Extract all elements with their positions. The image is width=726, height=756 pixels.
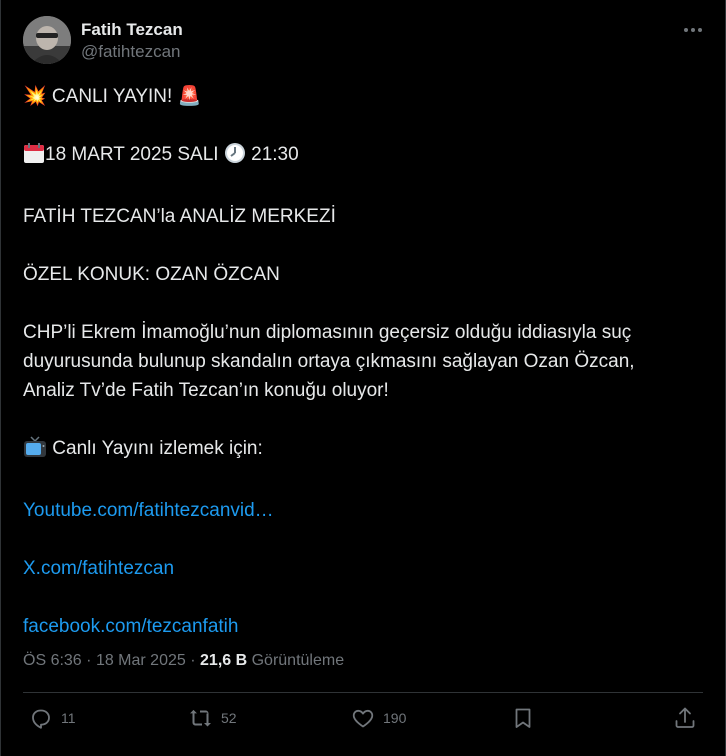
repost-button[interactable]: 52 [189, 706, 237, 730]
share-icon [675, 707, 695, 728]
x-link[interactable]: X.com/fatihtezcan [23, 558, 174, 579]
post-line-program: FATİH TEZCAN’la ANALİZ MERKEZİ [23, 206, 336, 227]
watch-label: Canlı Yayını izlemek için: [52, 438, 263, 459]
clock-emoji [224, 142, 246, 173]
like-button[interactable]: 190 [351, 706, 406, 730]
action-bar: 11 52 190 [23, 706, 703, 738]
post-header: Fatih Tezcan @fatihtezcan [23, 16, 183, 64]
post-card: Fatih Tezcan @fatihtezcan 💥 CANLI YAYIN!… [0, 0, 726, 756]
repost-count: 52 [221, 710, 237, 726]
author-handle[interactable]: @fatihtezcan [81, 41, 183, 63]
reply-count: 11 [61, 710, 76, 726]
like-count: 190 [383, 710, 407, 726]
post-text: 💥 CANLI YAYIN! 🚨 18 MART 2025 SALI 21:30… [23, 82, 713, 641]
post-line-datetime: 18 MART 2025 SALI 21:30 [23, 140, 713, 173]
post-date: 18 MART 2025 SALI [45, 144, 219, 165]
share-button[interactable] [673, 706, 697, 730]
facebook-link[interactable]: facebook.com/tezcanfatih [23, 616, 238, 637]
post-paragraph-line: Analiz Tv’de Fatih Tezcan’ın konuğu oluy… [23, 380, 389, 401]
like-icon [352, 709, 374, 728]
youtube-link[interactable]: Youtube.com/fatihtezcanvid… [23, 500, 274, 521]
post-meta: ÖS 6:36 · 18 Mar 2025 · 21,6 B Görüntüle… [23, 652, 345, 669]
avatar[interactable] [23, 16, 71, 64]
post-paragraph-line: CHP’li Ekrem İmamoğlu’nun diplomasının g… [23, 322, 632, 343]
author-display-name[interactable]: Fatih Tezcan [81, 19, 183, 41]
tv-emoji [23, 436, 47, 467]
post-line-watch: Canlı Yayını izlemek için: [23, 434, 713, 467]
post-line-live: 💥 CANLI YAYIN! 🚨 [23, 86, 202, 107]
post-date-stamp[interactable]: 18 Mar 2025 [96, 652, 186, 669]
post-time: 21:30 [251, 144, 299, 165]
repost-icon [190, 709, 211, 727]
more-options-button[interactable] [681, 18, 705, 42]
views-label: Görüntüleme [251, 652, 345, 669]
calendar-emoji [23, 142, 45, 173]
reply-icon [32, 709, 50, 729]
divider [23, 692, 703, 693]
avatar-image [23, 16, 71, 64]
post-paragraph-line: duyurusunda bulunup skandalın ortaya çık… [23, 351, 635, 372]
reply-button[interactable]: 11 [29, 706, 76, 730]
post-time-stamp[interactable]: ÖS 6:36 [23, 652, 82, 669]
bookmark-button[interactable] [511, 706, 535, 730]
more-icon [684, 28, 702, 32]
bookmark-icon [515, 708, 531, 728]
post-line-guest: ÖZEL KONUK: OZAN ÖZCAN [23, 264, 280, 285]
views-count: 21,6 B [200, 652, 248, 669]
